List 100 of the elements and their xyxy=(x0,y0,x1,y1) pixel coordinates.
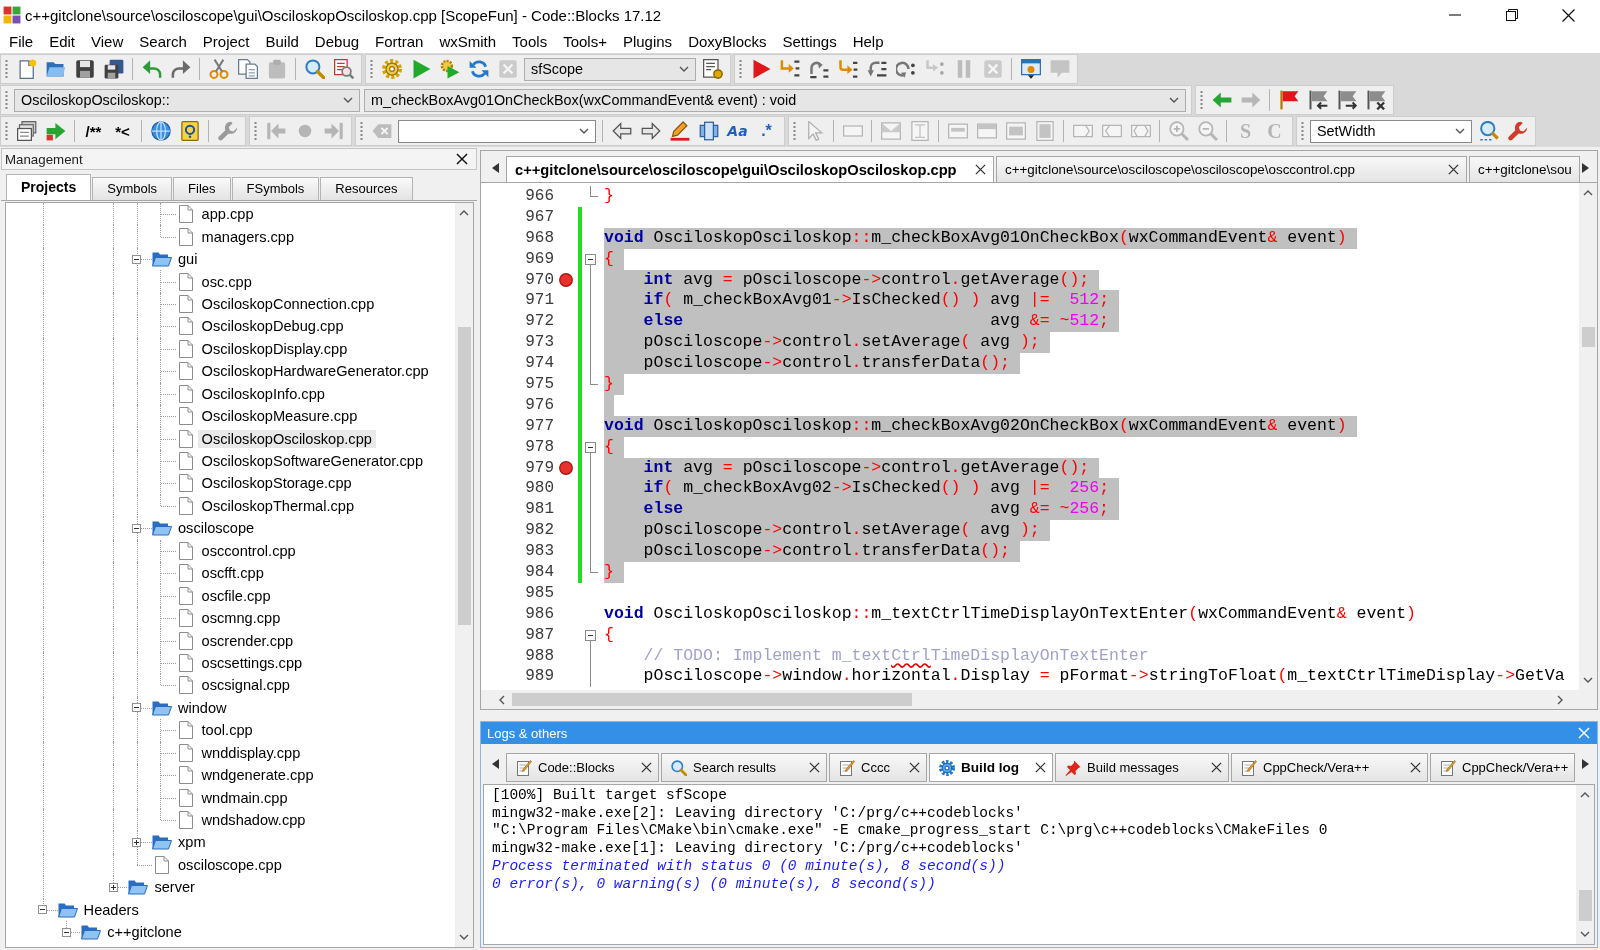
tree-item[interactable]: wndmain.cpp xyxy=(197,788,292,807)
floppy-disks-icon[interactable] xyxy=(103,59,124,79)
collapse-icon[interactable] xyxy=(61,927,71,937)
menu-item[interactable]: Project xyxy=(194,33,258,50)
menu-item[interactable]: View xyxy=(83,33,132,50)
expand-icon[interactable] xyxy=(132,837,142,847)
close-icon[interactable] xyxy=(1410,762,1421,773)
tree-item[interactable]: xpm xyxy=(173,833,210,852)
toolbar-grip[interactable] xyxy=(254,121,257,141)
scrollbar-thumb[interactable] xyxy=(512,693,912,706)
chevron-up-icon[interactable] xyxy=(459,210,469,216)
wrench-icon[interactable] xyxy=(1507,121,1528,141)
copied-pages-icon[interactable] xyxy=(237,59,258,79)
toolbar-grip[interactable] xyxy=(370,59,373,79)
tree-item[interactable]: oscfile.cpp xyxy=(197,586,275,605)
left-arrow-icon[interactable] xyxy=(611,121,632,141)
combo-box[interactable] xyxy=(398,119,596,143)
close-icon[interactable] xyxy=(809,762,820,773)
scrollbar-thumb[interactable] xyxy=(1579,890,1592,921)
menu-item[interactable]: wxSmith xyxy=(431,33,505,50)
toolbar-button[interactable]: *< xyxy=(108,122,137,140)
tree-item[interactable]: window xyxy=(173,698,231,717)
toolbar-grip[interactable] xyxy=(793,121,796,141)
collapse-icon[interactable] xyxy=(585,253,596,265)
log-tab[interactable]: CppCheck/Vera++ xyxy=(1430,753,1576,782)
close-icon[interactable] xyxy=(975,164,986,175)
close-icon[interactable] xyxy=(1211,762,1222,773)
log-tab[interactable]: Build log xyxy=(929,753,1053,782)
scrollbar-thumb[interactable] xyxy=(458,327,471,625)
flag-arrow-icon[interactable] xyxy=(1336,90,1357,110)
tab[interactable]: Files xyxy=(173,177,231,200)
close-icon[interactable] xyxy=(641,762,652,773)
arrow-lines-icon[interactable] xyxy=(779,59,800,79)
curved-arrow-lines-icon[interactable] xyxy=(808,59,829,79)
chevron-down-icon[interactable] xyxy=(459,934,469,940)
tree-item[interactable]: OsciloskopStorage.cpp xyxy=(197,474,356,493)
tree-item[interactable]: wndshadow.cpp xyxy=(197,811,310,830)
tree-item[interactable]: osc.cpp xyxy=(197,272,256,291)
triangle-right-icon[interactable] xyxy=(1582,759,1589,769)
sheet-icon[interactable] xyxy=(179,121,200,141)
log-tab[interactable]: CppCheck/Vera++ xyxy=(1231,753,1428,782)
scrollbar-thumb[interactable] xyxy=(1582,327,1595,347)
chevron-down-icon[interactable] xyxy=(1583,677,1593,683)
collapse-icon[interactable] xyxy=(585,441,596,453)
minimize-icon[interactable] xyxy=(1448,14,1461,16)
wrench-icon[interactable] xyxy=(217,121,238,141)
tree-item[interactable]: osciloscope.cpp xyxy=(173,855,286,874)
toolbar-button[interactable]: Aa xyxy=(723,123,752,139)
menu-item[interactable]: Tools+ xyxy=(555,33,615,50)
redo-arrow-icon[interactable] xyxy=(170,59,191,79)
new-file-icon[interactable] xyxy=(16,59,37,79)
tree-item[interactable]: OsciloskopDebug.cpp xyxy=(197,317,348,336)
toolbar-grip[interactable] xyxy=(1200,90,1203,110)
tab[interactable]: Projects xyxy=(6,174,92,200)
menu-item[interactable]: DoxyBlocks xyxy=(680,33,775,50)
flag-arrow-icon[interactable] xyxy=(1307,90,1328,110)
vertical-scrollbar[interactable] xyxy=(455,203,473,947)
log-tab[interactable]: Cccc xyxy=(829,753,927,782)
open-folder-icon[interactable] xyxy=(45,59,66,79)
menu-item[interactable]: Edit xyxy=(41,33,84,50)
search-icon[interactable] xyxy=(304,59,325,79)
chevron-down-icon[interactable] xyxy=(1580,931,1590,937)
globe-icon[interactable] xyxy=(150,121,171,141)
dropdown[interactable]: m_checkBoxAvg01OnCheckBox(wxCommandEvent& event) : void xyxy=(364,88,1186,112)
close-icon[interactable] xyxy=(456,153,468,165)
right-arrow-icon[interactable] xyxy=(640,121,661,141)
toolbar-grip[interactable] xyxy=(739,59,742,79)
menu-item[interactable]: Plugins xyxy=(614,33,681,50)
curved-arrow-lines-icon[interactable] xyxy=(866,59,887,79)
breakpoint-icon[interactable] xyxy=(559,273,573,287)
menu-item[interactable]: Build xyxy=(257,33,307,50)
arrow-lines-icon[interactable] xyxy=(837,59,858,79)
menu-item[interactable]: Tools xyxy=(504,33,556,50)
dropdown[interactable]: sfScope xyxy=(524,57,696,81)
tree-item[interactable]: OsciloskopSoftwareGenerator.cpp xyxy=(197,452,427,471)
expand-icon[interactable] xyxy=(108,882,118,892)
toolbar-grip[interactable] xyxy=(5,121,8,141)
curved-arrow-dots-icon[interactable] xyxy=(895,59,916,79)
log-tab[interactable]: Build messages xyxy=(1055,753,1229,782)
magnifier-sheet-icon[interactable] xyxy=(333,59,354,79)
collapse-icon[interactable] xyxy=(38,905,47,915)
toolbar-button[interactable]: .* xyxy=(752,122,781,140)
triangle-left-icon[interactable] xyxy=(492,162,499,173)
tree-item[interactable]: wnddisplay.cpp xyxy=(197,743,305,762)
toolbar-grip[interactable] xyxy=(1301,121,1304,141)
sheet-gear-icon[interactable] xyxy=(702,59,723,79)
circular-arrows-icon[interactable] xyxy=(468,59,489,79)
stacked-sheets-icon[interactable] xyxy=(16,121,37,141)
toolbar-grip[interactable] xyxy=(360,121,363,141)
tree-item[interactable]: osccontrol.cpp xyxy=(197,541,300,560)
pen-underline-icon[interactable] xyxy=(669,121,690,141)
chevron-right-icon[interactable] xyxy=(1557,694,1563,705)
chevron-up-icon[interactable] xyxy=(1583,190,1593,196)
flag-x-icon[interactable] xyxy=(1365,90,1386,110)
log-tab[interactable]: Search results xyxy=(661,753,827,782)
left-arrow-icon[interactable] xyxy=(1211,90,1232,110)
close-icon[interactable] xyxy=(1035,762,1046,773)
tree-item[interactable]: OsciloskopDisplay.cpp xyxy=(197,339,352,358)
tree-item[interactable]: oscfft.cpp xyxy=(197,564,268,583)
close-icon[interactable] xyxy=(1448,164,1459,175)
